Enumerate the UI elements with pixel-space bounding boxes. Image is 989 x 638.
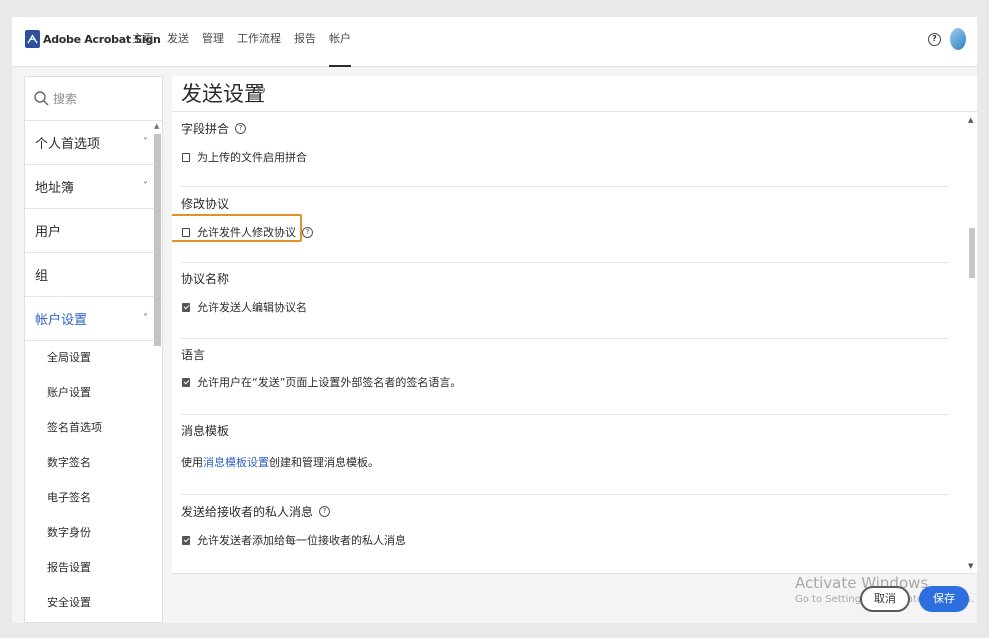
nav-send[interactable]: 发送 [167,17,189,67]
section-title: 发送给接收者的私人消息 ? [181,503,331,520]
checkbox[interactable] [182,302,190,312]
main-nav: 主页 发送 管理 工作流程 报告 帐户 [132,17,364,67]
refresh-icon[interactable]: ↻ [256,83,266,97]
option-row[interactable]: 为上传的文件启用拼合 [182,149,307,165]
checkbox[interactable] [182,152,190,162]
option-label: 允许发送人编辑协议名 [197,301,307,314]
scroll-down-arrow-icon[interactable]: ▼ [968,562,973,570]
sidebar-subitem-signature-preferences[interactable]: 签名首选项 [25,411,162,446]
scrollbar-thumb[interactable] [969,228,975,278]
sidebar-subitem-digital-signatures[interactable]: 数字签名 [25,446,162,481]
sidebar-item-label: 组 [35,269,49,284]
nav-reports[interactable]: 报告 [294,17,316,67]
checkbox[interactable] [182,535,190,545]
option-label: 允许发送者添加给每一位接收者的私人消息 [197,534,406,547]
search-placeholder: 搜索 [53,92,78,106]
help-icon[interactable]: ? [928,33,941,46]
acrobat-logo-icon [25,30,40,48]
page-title: 发送设置 [181,82,265,106]
settings-content: 字段拼合 ? 为上传的文件启用拼合 修改协议 允许发件人修改协议 ? 协议名称 … [172,113,962,573]
sidebar-item-label: 地址簿 [35,181,75,196]
sidebar-item-label: 个人首选项 [35,137,101,152]
sidebar-item-address-book[interactable]: 地址簿 ˅ [25,165,162,209]
footer-bar: Activate Windows Go to Settings to activ… [172,573,977,623]
page-header: 发送设置 ↻ [172,76,977,112]
sidebar-subitem-security-settings[interactable]: 安全设置 [25,586,162,621]
section-field-flattening: 字段拼合 ? 为上传的文件启用拼合 [181,113,949,187]
search-icon [34,91,49,106]
help-icon[interactable]: ? [302,226,313,238]
sidebar-scrollbar[interactable]: ▲ [153,122,162,352]
description-suffix: 创建和管理消息模板。 [269,456,379,469]
nav-manage[interactable]: 管理 [202,17,224,67]
sidebar-subitem-e-signatures[interactable]: 电子签名 [25,481,162,516]
option-row[interactable]: 允许发送人编辑协议名 [182,299,307,315]
section-title: 字段拼合 ? [181,120,247,137]
section-title: 语言 [181,346,205,363]
option-label: 为上传的文件启用拼合 [197,151,307,164]
section-language: 语言 允许用户在“发送”页面上设置外部签名者的签名语言。 [181,340,949,415]
option-label: 允许用户在“发送”页面上设置外部签名者的签名语言。 [197,376,462,389]
scroll-up-arrow-icon[interactable]: ▲ [968,116,973,124]
message-template-settings-link[interactable]: 消息模板设置 [203,454,269,470]
sidebar-item-personal-preferences[interactable]: 个人首选项 ˅ [25,121,162,165]
highlight-annotation [172,214,302,242]
section-title: 消息模板 [181,422,229,439]
sidebar-item-label: 用户 [35,225,62,240]
sidebar: 搜索 个人首选项 ˅ 地址簿 ˅ 用户 组 帐户设置 ˄ 全局设置 账户设置 签… [24,76,163,623]
sidebar-item-groups[interactable]: 组 [25,253,162,297]
top-bar: Adobe Acrobat Sign 主页 发送 管理 工作流程 报告 帐户 ? [12,17,977,67]
section-title-text: 字段拼合 [181,122,230,136]
sidebar-item-account-settings[interactable]: 帐户设置 ˄ [25,297,162,341]
nav-home[interactable]: 主页 [132,17,154,67]
section-title-text: 消息模板 [181,424,230,438]
section-title: 协议名称 [181,270,229,287]
section-agreement-name: 协议名称 允许发送人编辑协议名 [181,264,949,339]
search-input[interactable]: 搜索 [25,77,162,121]
sidebar-item-label: 帐户设置 [35,313,88,328]
chevron-down-icon: ˅ [143,181,148,192]
description-prefix: 使用 [181,456,203,469]
sidebar-item-users[interactable]: 用户 [25,209,162,253]
sidebar-subitem-report-settings[interactable]: 报告设置 [25,551,162,586]
chevron-down-icon: ˅ [143,137,148,148]
app-window: Adobe Acrobat Sign 主页 发送 管理 工作流程 报告 帐户 ?… [12,17,977,623]
cancel-button[interactable]: 取消 [860,586,910,612]
avatar[interactable] [950,28,966,50]
sidebar-subitem-global-settings[interactable]: 全局设置 [25,341,162,376]
option-row[interactable]: 允许用户在“发送”页面上设置外部签名者的签名语言。 [182,374,461,390]
section-title-text: 发送给接收者的私人消息 [181,505,314,519]
sidebar-subitem-account-settings[interactable]: 账户设置 [25,376,162,411]
scroll-up-arrow-icon[interactable]: ▲ [154,122,159,130]
section-title-text: 协议名称 [181,272,230,286]
section-private-message: 发送给接收者的私人消息 ? 允许发送者添加给每一位接收者的私人消息 [181,496,949,573]
save-button[interactable]: 保存 [919,586,969,612]
main-scrollbar[interactable]: ▲ ▼ [967,112,977,572]
section-message-templates: 消息模板 使用 消息模板设置 创建和管理消息模板。 [181,416,949,495]
chevron-up-icon: ˄ [143,313,148,324]
help-icon[interactable]: ? [235,123,247,134]
checkbox[interactable] [182,377,190,387]
scrollbar-thumb[interactable] [154,134,161,346]
description-text: 使用 消息模板设置 创建和管理消息模板。 [181,454,379,470]
section-title-text: 修改协议 [181,197,230,211]
option-row[interactable]: 允许发送者添加给每一位接收者的私人消息 [182,532,406,548]
section-title-text: 语言 [181,348,206,362]
nav-workflows[interactable]: 工作流程 [237,17,281,67]
section-title: 修改协议 [181,195,229,212]
help-icon[interactable]: ? [319,506,331,517]
sidebar-subitem-digital-identity[interactable]: 数字身份 [25,516,162,551]
nav-account[interactable]: 帐户 [329,17,351,67]
main-panel: 发送设置 ↻ 字段拼合 ? 为上传的文件启用拼合 修改协议 允许发件人修改协议 … [172,76,977,623]
